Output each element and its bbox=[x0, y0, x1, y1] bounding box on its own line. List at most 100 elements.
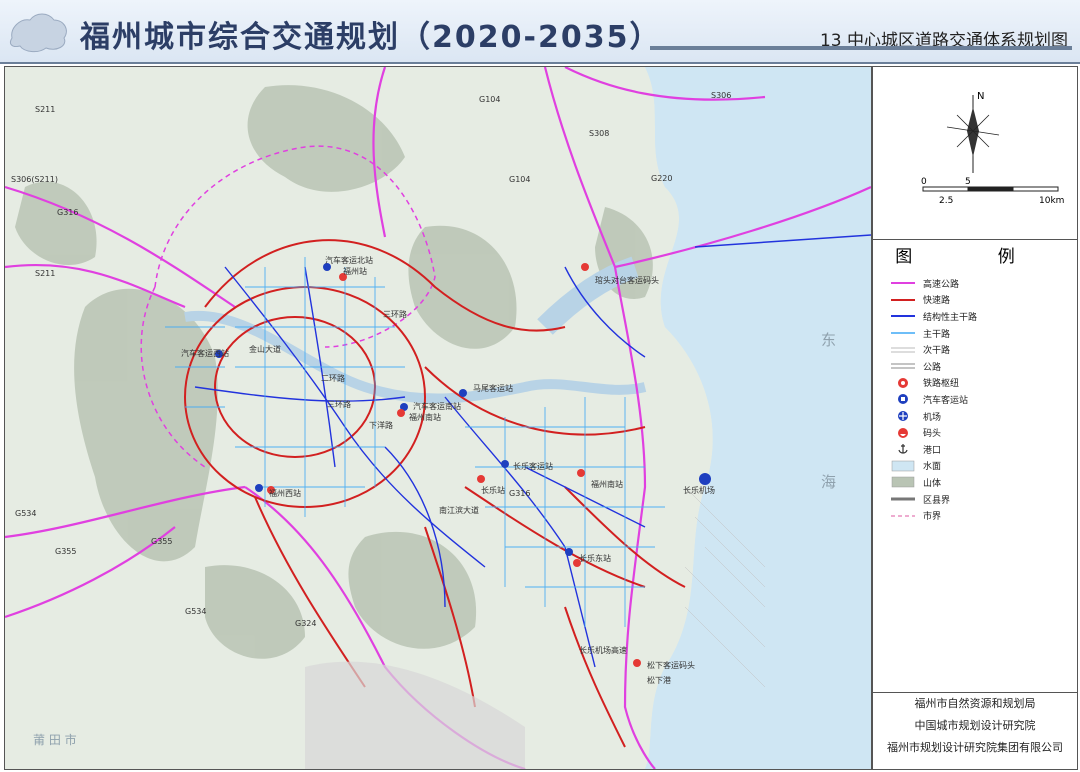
north-label: N bbox=[977, 91, 984, 102]
legend-item: 次干路 bbox=[891, 341, 1071, 358]
subtitle-underline bbox=[650, 46, 1072, 50]
place-label: 南江滨大道 bbox=[439, 506, 479, 515]
legend-item-label: 铁路枢纽 bbox=[923, 379, 960, 390]
road-label: G316 bbox=[509, 489, 531, 498]
legend-item-label: 高速公路 bbox=[923, 279, 960, 290]
road-label: S211 bbox=[35, 105, 56, 114]
sea-label-dong: 东 bbox=[821, 331, 837, 349]
north-arrow-icon: N bbox=[946, 91, 1000, 173]
credit-line: 福州市规划设计研究院集团有限公司 bbox=[887, 741, 1063, 754]
legend-item: 码头 bbox=[891, 424, 1071, 441]
wharf-icon bbox=[891, 427, 915, 439]
road-label: G534 bbox=[185, 607, 207, 616]
scale-bar: 0 5 2.5 10km bbox=[921, 177, 1064, 206]
legend-item-label: 山体 bbox=[923, 478, 942, 489]
place-label: 二环路 bbox=[321, 374, 345, 383]
place-label: 福州南站 bbox=[591, 480, 623, 489]
road-label: S308 bbox=[589, 129, 610, 138]
legend-item: 高速公路 bbox=[891, 275, 1071, 292]
place-label: 汽车客运北站 bbox=[325, 256, 373, 265]
header-bar: 福州城市综合交通规划（2020-2035） 13 中心城区道路交通体系规划图 bbox=[0, 0, 1080, 64]
place-label: 长乐东站 bbox=[579, 554, 611, 563]
legend-item-label: 主干路 bbox=[923, 329, 951, 340]
legend-item: 山体 bbox=[891, 474, 1071, 491]
place-label: 长乐客运站 bbox=[513, 462, 553, 471]
place-label: 福州站 bbox=[343, 267, 367, 276]
legend-list: 高速公路快速路结构性主干路 主干路次干路公路铁路枢纽汽车客运站机场 码头港口水面山体… bbox=[891, 275, 1071, 524]
dark-double-line-icon bbox=[891, 360, 915, 372]
legend-item-label: 机场 bbox=[923, 412, 942, 423]
legend-item-label: 区县界 bbox=[923, 495, 951, 506]
legend-item: 区县界 bbox=[891, 491, 1071, 508]
place-label: 马尾客运站 bbox=[473, 384, 513, 393]
place-label: 琯头对台客运码头 bbox=[595, 276, 659, 285]
legend-item: 机场 bbox=[891, 408, 1071, 425]
water-swatch-icon bbox=[891, 460, 915, 472]
place-label: 福州南站 bbox=[409, 413, 441, 422]
legend-item-label: 公路 bbox=[923, 362, 942, 373]
place-label: 松下港 bbox=[647, 676, 671, 685]
airport-icon bbox=[891, 410, 915, 422]
scale-label-5: 5 bbox=[965, 177, 971, 187]
place-label: 长乐机场 bbox=[683, 486, 715, 495]
place-label: 汽车客运西站 bbox=[181, 349, 229, 358]
legend-item: 快速路 bbox=[891, 292, 1071, 309]
legend-item-label: 市界 bbox=[923, 512, 942, 523]
sea-label-hai: 海 bbox=[821, 473, 837, 491]
legend-item-label: 次干路 bbox=[923, 346, 951, 357]
city-boundary-line-icon bbox=[891, 510, 915, 522]
grey-double-line-icon bbox=[891, 344, 915, 356]
road-label: G316 bbox=[57, 208, 79, 217]
legend-title: 图 例 bbox=[873, 239, 1077, 267]
place-label: 福州西站 bbox=[269, 489, 301, 498]
place-label: 长乐机场高速 bbox=[579, 646, 627, 655]
credits: 福州市自然资源和规划局 中国城市规划设计研究院 福州市规划设计研究院集团有限公司 bbox=[873, 692, 1077, 769]
scale-label-2-5: 2.5 bbox=[939, 196, 953, 206]
legend-item: 港口 bbox=[891, 441, 1071, 458]
scale-label-0: 0 bbox=[921, 177, 927, 187]
legend-item-label: 快速路 bbox=[923, 296, 951, 307]
place-label: 汽车客运南站 bbox=[413, 402, 461, 411]
fuzhou-outline-logo bbox=[9, 13, 67, 53]
road-label: S306(S211) bbox=[11, 175, 58, 184]
mountain-swatch-icon bbox=[891, 476, 915, 488]
place-label: 金山大道 bbox=[249, 345, 281, 354]
red-line-icon bbox=[891, 294, 915, 306]
blue-line-icon bbox=[891, 310, 915, 322]
legend-item-label: 水面 bbox=[923, 462, 942, 473]
district-boundary-line-icon bbox=[891, 493, 915, 505]
light-blue-line-icon bbox=[891, 327, 915, 339]
legend-item-label: 港口 bbox=[923, 445, 942, 456]
bus-station-icon bbox=[891, 393, 915, 405]
legend-item-label: 结构性主干路 bbox=[923, 312, 978, 323]
legend-item: 市界 bbox=[891, 507, 1071, 524]
road-label: G355 bbox=[151, 537, 173, 546]
place-label: 三环路 bbox=[383, 310, 407, 319]
credit-line: 福州市自然资源和规划局 bbox=[914, 697, 1036, 710]
credit-line: 中国城市规划设计研究院 bbox=[914, 719, 1036, 732]
legend-item: 结构性主干路 bbox=[891, 308, 1071, 325]
anchor-icon bbox=[891, 443, 915, 455]
magenta-line-icon bbox=[891, 277, 915, 289]
place-label: 松下客运码头 bbox=[647, 661, 695, 670]
region-label-putian: 莆 田 市 bbox=[33, 733, 77, 747]
legend-item: 铁路枢纽 bbox=[891, 375, 1071, 392]
place-label: 下洋路 bbox=[369, 421, 393, 430]
road-label: S211 bbox=[35, 269, 56, 278]
place-label: 长乐站 bbox=[481, 486, 505, 495]
road-label: G104 bbox=[509, 175, 531, 184]
road-label: S306 bbox=[711, 91, 732, 100]
road-label: G104 bbox=[479, 95, 501, 104]
legend-item: 公路 bbox=[891, 358, 1071, 375]
road-label: G355 bbox=[55, 547, 77, 556]
page-title: 福州城市综合交通规划（2020-2035） bbox=[80, 20, 662, 55]
scale-label-10km: 10km bbox=[1039, 196, 1064, 206]
legend-item-label: 汽车客运站 bbox=[923, 395, 969, 406]
legend-item: 汽车客运站 bbox=[891, 391, 1071, 408]
map-canvas[interactable]: 东 海 莆 田 市 S211 S306(S211) G316 G104 S306… bbox=[4, 66, 872, 770]
road-label: G534 bbox=[15, 509, 37, 518]
road-label: G220 bbox=[651, 174, 673, 183]
rail-hub-icon bbox=[891, 377, 915, 389]
legend-item: 主干路 bbox=[891, 325, 1071, 342]
road-label: G324 bbox=[295, 619, 317, 628]
